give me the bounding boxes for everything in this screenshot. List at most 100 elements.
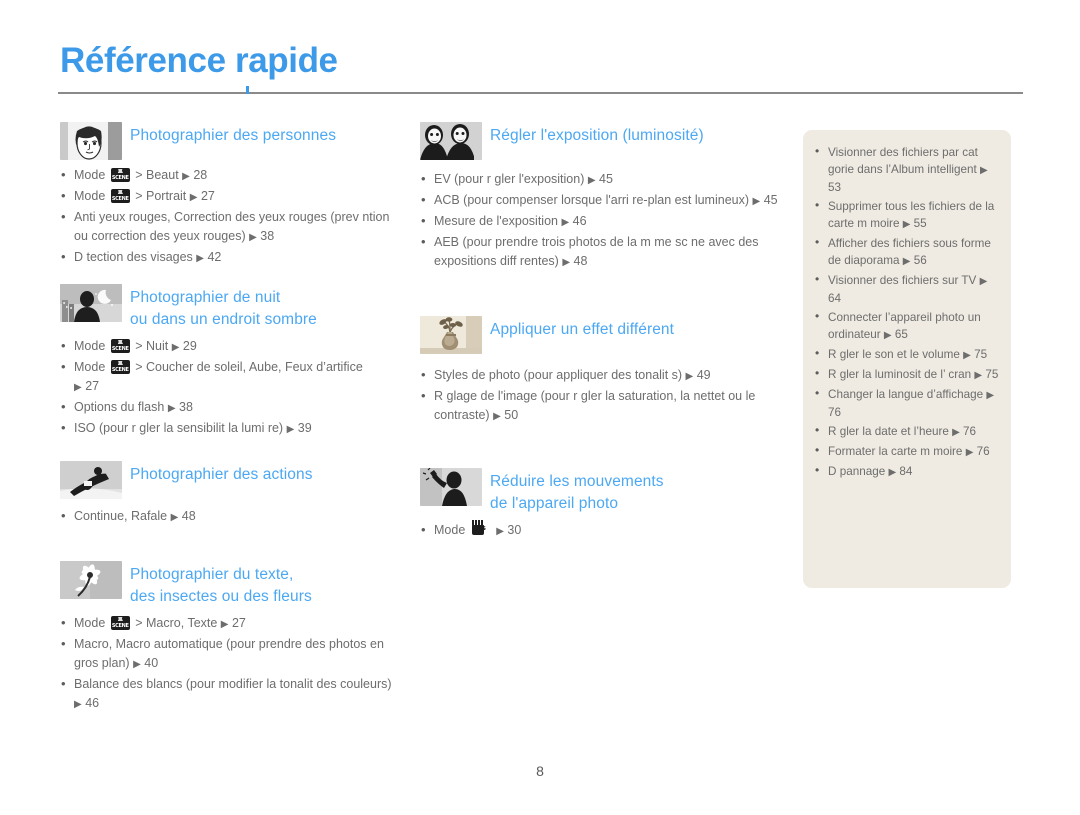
arrow-icon: ▶ <box>902 219 911 230</box>
item-text-pre: Mesure de l'exposition <box>434 214 562 228</box>
item-text-pre: ACB (pour compenser lorsque l'arri re-pl… <box>434 193 753 207</box>
page-ref: 27 <box>85 379 100 393</box>
item-text-pre: Mode <box>74 616 109 630</box>
arrow-icon: ▶ <box>249 232 257 243</box>
page-ref: 29 <box>182 339 197 353</box>
page-ref: 50 <box>504 408 519 422</box>
list-item: Changer la langue d’affichage ▶ 76 <box>813 385 999 421</box>
section-regler-lexposition: Régler l'exposition (luminosité) EV (pou… <box>420 122 780 272</box>
list-item: ISO (pour r gler la sensibilit la lumi r… <box>60 418 400 439</box>
item-text-pre: R glage de l'image (pour r gler la satur… <box>434 389 756 422</box>
section-item-list: Continue, Rafale ▶ 48 <box>60 506 400 527</box>
page-ref: 45 <box>763 193 778 207</box>
page-title: Référence rapide <box>60 41 338 80</box>
page-ref: 39 <box>297 421 312 435</box>
section-title-line1: Photographier de nuit <box>130 289 281 306</box>
two-faces-thumbnail <box>420 122 482 160</box>
section-photographier-du-texte: Photographier du texte, des insectes ou … <box>60 561 400 714</box>
arrow-icon: ▶ <box>182 171 190 182</box>
item-text-pre: Mode <box>74 339 109 353</box>
section-titles: Réduire les mouvements de l'appareil pho… <box>490 468 780 515</box>
section-item-list: Mode > Macro, Texte ▶ 27 Macro, Macro au… <box>60 613 400 714</box>
page-ref: 38 <box>179 400 193 414</box>
arrow-icon: ▶ <box>286 424 295 435</box>
item-text: D pannage <box>828 465 889 478</box>
scene-mode-icon <box>110 360 130 374</box>
section-title-line2: ou dans un endroit sombre <box>130 311 317 328</box>
page-ref: 38 <box>260 229 275 243</box>
item-text-pre: ISO (pour r gler la sensibilit la lumi r… <box>74 421 287 435</box>
section-title-line2: des insectes ou des fleurs <box>130 588 312 605</box>
section-title: Régler l'exposition (luminosité) <box>490 127 704 144</box>
item-text-pre: D tection des visages <box>74 250 197 264</box>
item-text-pre: Mode <box>74 360 109 374</box>
list-item: D tection des visages ▶ 42 <box>60 247 400 268</box>
item-text: R gler la date et l’heure <box>828 425 953 438</box>
section-item-list: Mode > Beaut ▶ 28 Mode > Portrait ▶ 27 A… <box>60 165 400 268</box>
list-item: Afficher des fichiers sous forme de diap… <box>813 234 999 270</box>
item-text-post: > Beaut <box>131 168 179 182</box>
item-text-pre: Mode <box>74 168 109 182</box>
arrow-icon: ▶ <box>196 253 204 264</box>
page-ref: 40 <box>144 656 159 670</box>
item-text: Changer la langue d’affichage <box>828 388 987 401</box>
scene-mode-icon <box>110 189 130 203</box>
item-text-pre: Anti yeux rouges, Correction des yeux ro… <box>74 210 390 243</box>
flower-macro-thumbnail <box>60 561 122 599</box>
item-text-pre: EV (pour r gler l'exposition) <box>434 172 588 186</box>
arrow-icon: ▶ <box>496 526 504 537</box>
list-item: Macro, Macro automatique (pour prendre d… <box>60 634 400 674</box>
section-photographier-des-actions: Photographier des actions Continue, Rafa… <box>60 461 400 527</box>
section-titles: Photographier des actions <box>130 461 400 486</box>
page-ref: 65 <box>894 328 908 341</box>
section-title-line1: Réduire les mouvements <box>490 473 664 490</box>
item-text: R gler le son et le volume <box>828 348 964 361</box>
left-column: Photographier des personnes Mode > Beaut… <box>60 122 400 728</box>
list-item: D pannage ▶ 84 <box>813 462 999 481</box>
section-item-list: Mode > Nuit ▶ 29 Mode > Coucher de solei… <box>60 336 400 439</box>
arrow-icon: ▶ <box>952 427 960 438</box>
page-ref: 46 <box>85 696 100 710</box>
page-ref: 76 <box>828 406 842 419</box>
arrow-icon: ▶ <box>986 390 995 401</box>
arrow-icon: ▶ <box>171 342 180 353</box>
page-ref: 55 <box>913 217 927 230</box>
page-ref: 56 <box>913 254 927 267</box>
item-text: Supprimer tous les fichiers de la carte … <box>828 200 995 230</box>
list-item: Mode > Nuit ▶ 29 <box>60 336 400 357</box>
section-photographier-de-nuit: Photographier de nuit ou dans un endroit… <box>60 284 400 439</box>
page-ref: 48 <box>573 254 588 268</box>
page-ref: 76 <box>963 425 977 438</box>
list-item: Formater la carte m moire ▶ 76 <box>813 442 999 461</box>
page-ref: 75 <box>974 348 988 361</box>
arrow-icon: ▶ <box>493 411 501 422</box>
arrow-icon: ▶ <box>74 382 82 393</box>
snowboarder-thumbnail <box>60 461 122 499</box>
page-ref: 27 <box>231 616 246 630</box>
title-divider-accent <box>246 86 249 94</box>
list-item: Anti yeux rouges, Correction des yeux ro… <box>60 207 400 247</box>
list-item: R gler le son et le volume ▶ 75 <box>813 345 999 364</box>
list-item: Balance des blancs (pour modifier la ton… <box>60 674 400 714</box>
arrow-icon: ▶ <box>170 512 179 523</box>
arrow-icon: ▶ <box>974 370 983 381</box>
page-ref: 45 <box>599 172 613 186</box>
shaking-hands-thumbnail <box>420 468 482 506</box>
item-text-pre: Continue, Rafale <box>74 509 171 523</box>
section-header: Régler l'exposition (luminosité) <box>420 122 780 160</box>
section-title-line1: Photographier du texte, <box>130 566 294 583</box>
quick-reference-page: Référence rapide Photographier des perso… <box>0 0 1080 815</box>
scene-mode-icon <box>110 616 130 630</box>
arrow-icon: ▶ <box>965 447 974 458</box>
section-header: Appliquer un effet différent <box>420 316 780 354</box>
list-item: Mesure de l'exposition ▶ 46 <box>420 211 780 232</box>
item-text: Visionner des fichiers par cat gorie dan… <box>828 146 981 176</box>
item-text-pre: Mode <box>434 523 469 537</box>
list-item: EV (pour r gler l'exposition) ▶ 45 <box>420 169 780 190</box>
arrow-icon: ▶ <box>167 403 176 414</box>
section-title: Appliquer un effet différent <box>490 321 675 338</box>
page-ref: 49 <box>696 368 711 382</box>
arrow-icon: ▶ <box>752 196 761 207</box>
section-header: Photographier des actions <box>60 461 400 499</box>
page-ref: 64 <box>828 292 842 305</box>
